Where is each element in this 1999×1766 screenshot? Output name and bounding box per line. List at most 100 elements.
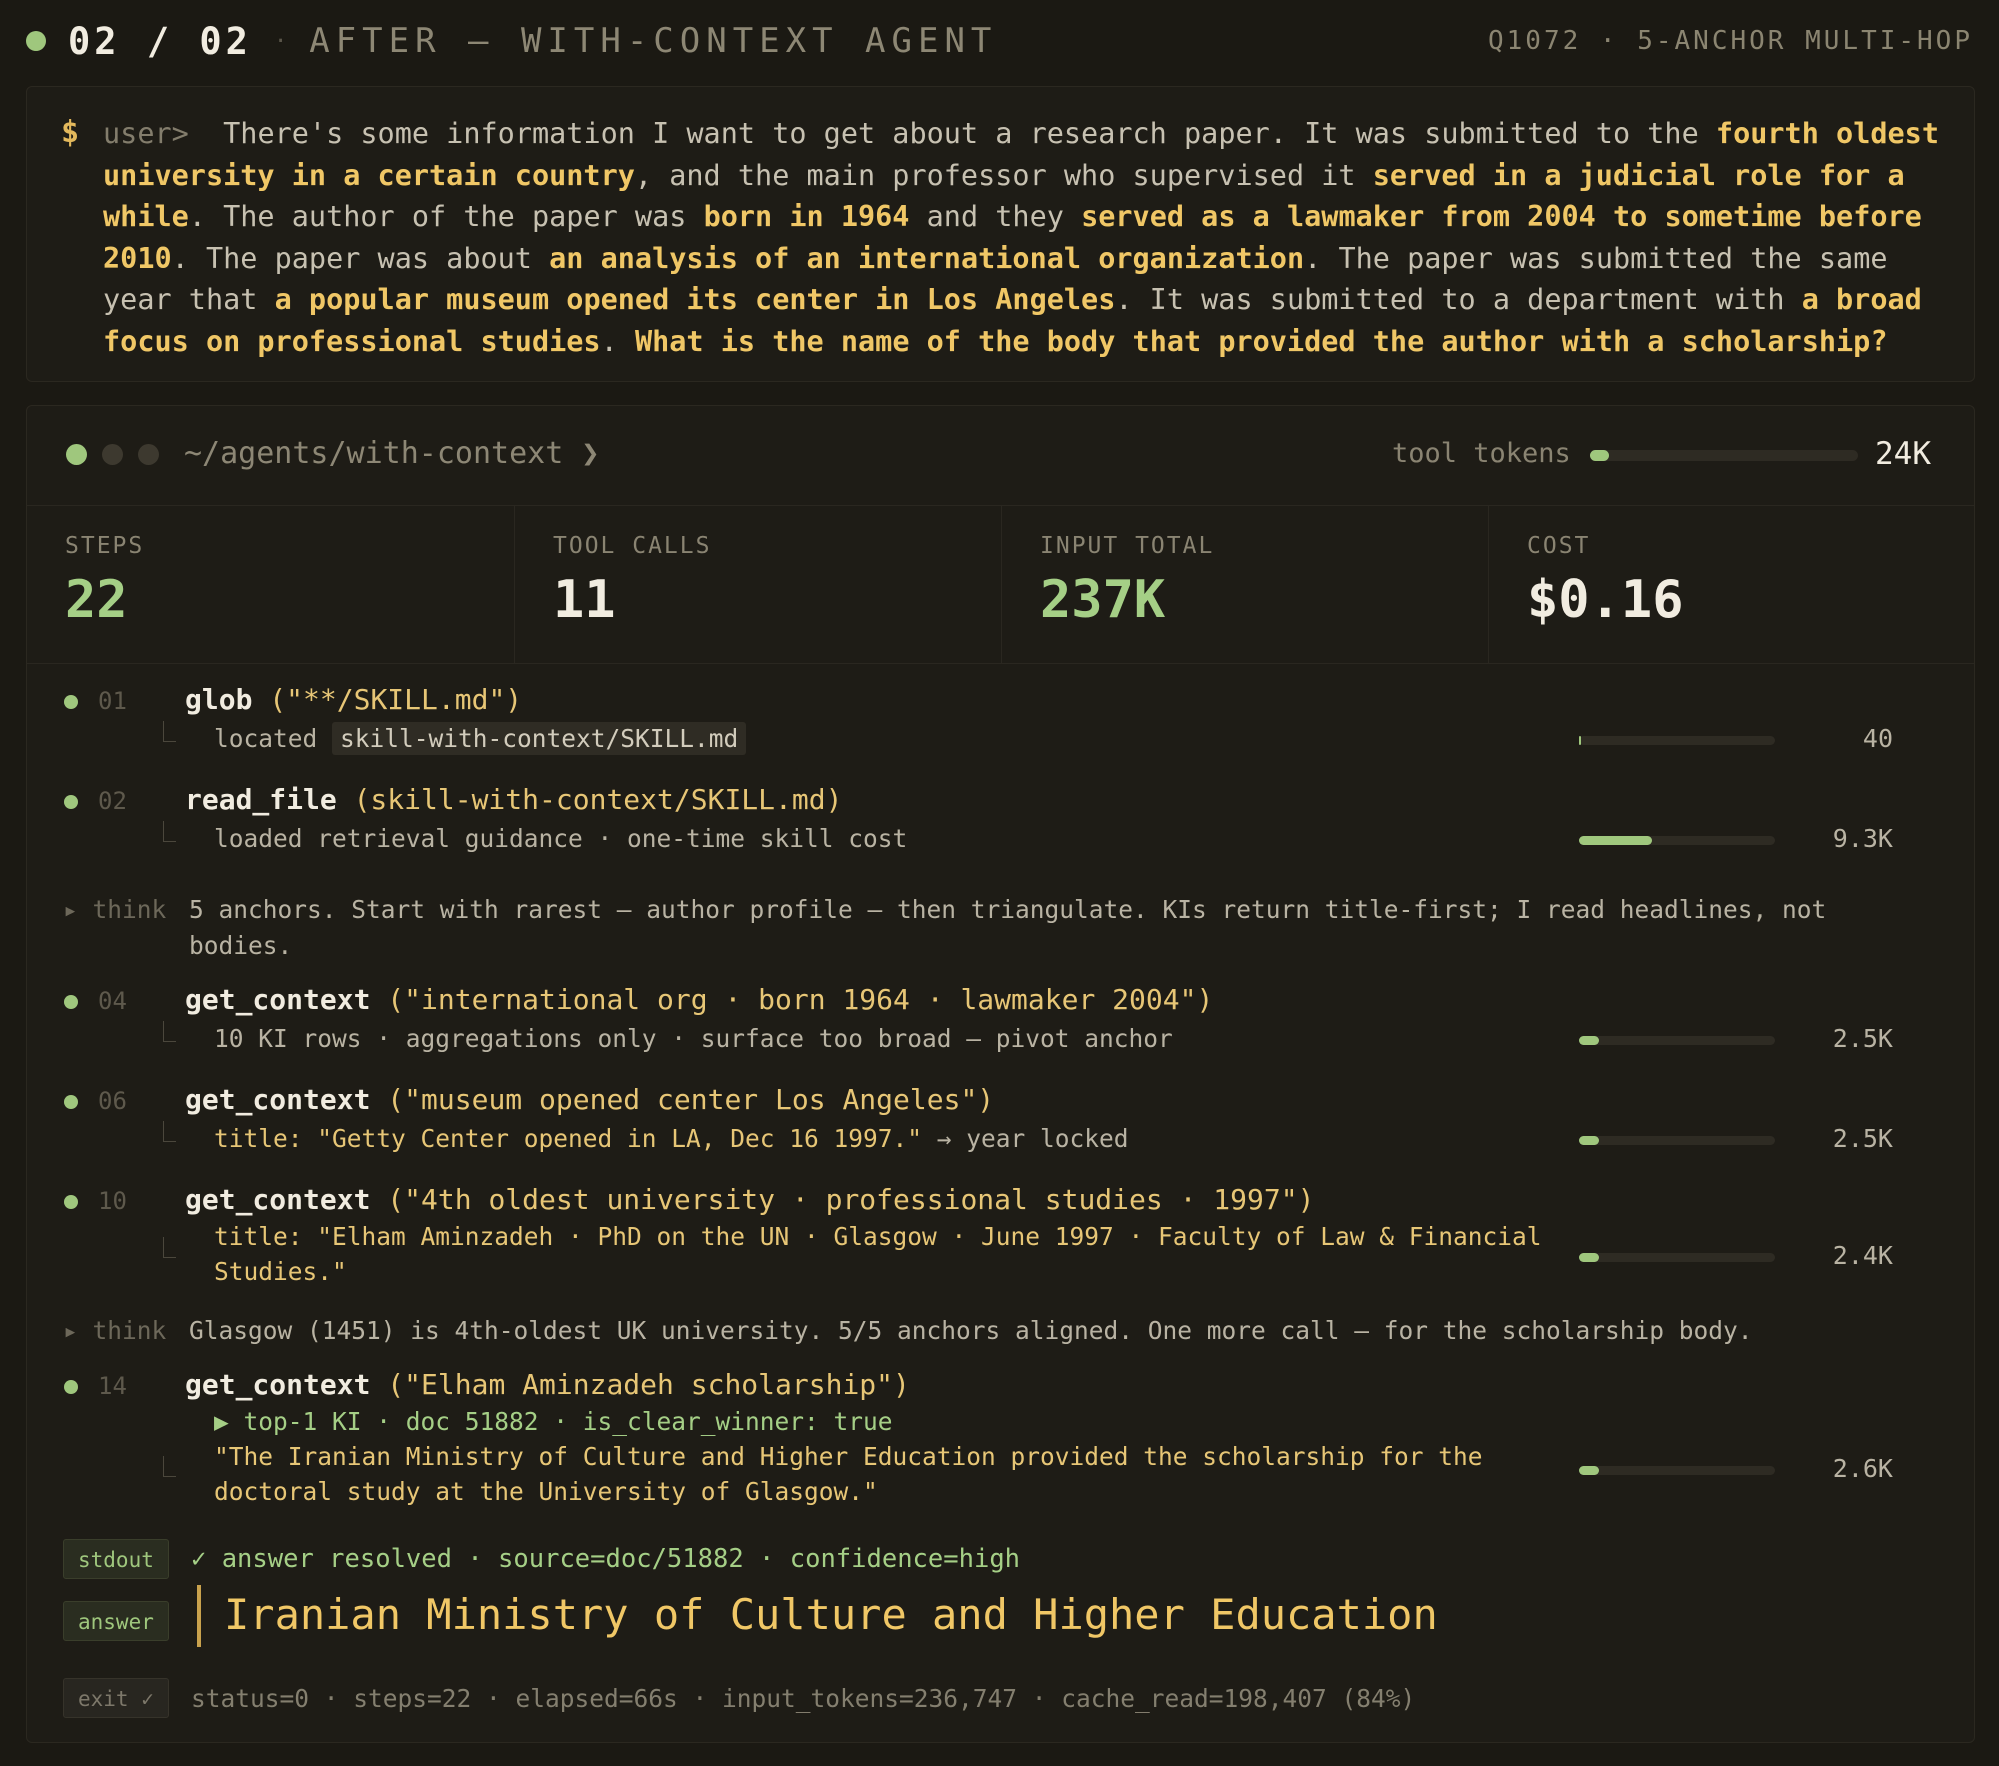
step-number: 10 bbox=[98, 1187, 127, 1215]
tool-name: glob bbox=[185, 683, 253, 716]
user-prefix: user> bbox=[103, 117, 189, 150]
tree-connector bbox=[163, 721, 176, 742]
query-highlight: an analysis of an international organiza… bbox=[549, 241, 1305, 275]
result-prefix: located bbox=[214, 724, 333, 753]
exit-tag: exit ✓ bbox=[63, 1678, 169, 1718]
token-bar-fill bbox=[1579, 736, 1581, 745]
token-count: 40 bbox=[1862, 724, 1893, 753]
think-text: 5 anchors. Start with rarest — author pr… bbox=[189, 895, 1827, 960]
tool-call: read_file (skill-with-context/SKILL.md) bbox=[185, 783, 842, 816]
step-result-line: title: "Elham Aminzadeh · PhD on the UN … bbox=[214, 1222, 1542, 1251]
step-number: 06 bbox=[98, 1087, 127, 1115]
tool-call: get_context ("international org · born 1… bbox=[185, 983, 1213, 1016]
tool-tokens-label: tool tokens bbox=[1392, 438, 1571, 469]
agent-path: ~/agents/with-context ❯ bbox=[184, 436, 600, 471]
header-separator: · bbox=[273, 28, 288, 54]
token-bar bbox=[1579, 1036, 1775, 1045]
token-bar-fill bbox=[1579, 1253, 1599, 1262]
stat-tool-calls: TOOL CALLS 11 bbox=[514, 505, 1000, 663]
tree-connector bbox=[163, 1121, 176, 1142]
stat-label: COST bbox=[1527, 533, 1591, 559]
top-hit-line: ▶ top-1 KI · doc 51882 · is_clear_winner… bbox=[214, 1407, 893, 1436]
tool-tokens-value: 24K bbox=[1875, 436, 1931, 472]
stat-cost: COST $0.16 bbox=[1488, 505, 1974, 663]
prompt-symbol: $ bbox=[61, 115, 80, 150]
think-label: ▸ think bbox=[63, 895, 167, 924]
stat-steps: STEPS 22 bbox=[27, 505, 513, 663]
agent-terminal-panel: ~/agents/with-context ❯ tool tokens 24K … bbox=[26, 405, 1975, 1743]
step-result-line: doctoral study at the University of Glas… bbox=[214, 1477, 878, 1506]
result-suffix: → year locked bbox=[922, 1124, 1129, 1153]
tool-tokens-bar bbox=[1590, 450, 1858, 461]
token-count: 9.3K bbox=[1832, 824, 1893, 853]
step-result: 10 KI rows · aggregations only · surface… bbox=[214, 1024, 1173, 1053]
window-dot-icon[interactable] bbox=[102, 444, 123, 465]
query-segment: . bbox=[600, 324, 635, 358]
question-id: Q1072 · 5-ANCHOR MULTI-HOP bbox=[1488, 26, 1973, 56]
status-dot-icon bbox=[26, 31, 46, 51]
result-quote: title: "Getty Center opened in LA, Dec 1… bbox=[214, 1124, 923, 1153]
step-status-icon bbox=[64, 1095, 78, 1109]
think-label: ▸ think bbox=[63, 1316, 167, 1345]
query-highlight: What is the name of the body that provid… bbox=[634, 324, 1888, 358]
step-result-line: Studies." bbox=[214, 1257, 347, 1286]
tool-args: (skill-with-context/SKILL.md) bbox=[336, 783, 843, 816]
think-note: ▸ think Glasgow (1451) is 4th-oldest UK … bbox=[63, 1313, 1943, 1349]
exit-status-text: status=0 · steps=22 · elapsed=66s · inpu… bbox=[191, 1684, 1416, 1713]
token-bar-fill bbox=[1579, 1136, 1599, 1145]
query-segment: and they bbox=[909, 200, 1082, 233]
step-number: 01 bbox=[98, 687, 127, 715]
token-count: 2.5K bbox=[1832, 1024, 1893, 1053]
stat-input-total: INPUT TOTAL 237K bbox=[1001, 505, 1487, 663]
terminal-titlebar: ~/agents/with-context ❯ tool tokens 24K bbox=[27, 406, 1974, 506]
think-note: ▸ think 5 anchors. Start with rarest — a… bbox=[63, 892, 1943, 964]
stdout-tag: stdout bbox=[63, 1539, 169, 1579]
stat-value: 11 bbox=[553, 570, 616, 630]
step-status-icon bbox=[64, 1195, 78, 1209]
tool-call: glob ("**/SKILL.md") bbox=[185, 683, 522, 716]
tree-connector bbox=[163, 1456, 176, 1477]
step-number: 14 bbox=[98, 1372, 127, 1400]
step-result: located skill-with-context/SKILL.md bbox=[214, 721, 747, 756]
token-bar-fill bbox=[1579, 836, 1652, 845]
tool-args: ("international org · born 1964 · lawmak… bbox=[370, 983, 1214, 1016]
query-segment: . It was submitted to a department with bbox=[1115, 283, 1802, 316]
query-segment: . The paper was about bbox=[171, 241, 550, 275]
think-text: Glasgow (1451) is 4th-oldest UK universi… bbox=[189, 1316, 1753, 1345]
window-dot-active-icon[interactable] bbox=[66, 444, 87, 465]
token-bar bbox=[1579, 1136, 1775, 1145]
token-bar bbox=[1579, 836, 1775, 845]
tool-name: read_file bbox=[185, 783, 337, 816]
query-segment: . The author of the paper was bbox=[188, 200, 704, 233]
final-answer: Iranian Ministry of Culture and Higher E… bbox=[224, 1590, 1438, 1639]
query-highlight: born in 1964 bbox=[703, 200, 910, 233]
answer-accent-bar bbox=[197, 1585, 201, 1647]
token-bar bbox=[1579, 1253, 1775, 1262]
tool-tokens-bar-fill bbox=[1590, 450, 1609, 461]
stat-value: 237K bbox=[1040, 570, 1166, 630]
step-status-icon bbox=[64, 695, 78, 709]
tool-name: get_context bbox=[185, 1183, 371, 1216]
tool-name: get_context bbox=[185, 983, 371, 1016]
step-status-icon bbox=[64, 995, 78, 1009]
user-query-box: $ user> There's some information I want … bbox=[26, 86, 1975, 382]
step-number: 04 bbox=[98, 987, 127, 1015]
stat-label: TOOL CALLS bbox=[553, 533, 712, 559]
tool-args: ("Elham Aminzadeh scholarship") bbox=[370, 1368, 910, 1401]
slide-title: AFTER — WITH-CONTEXT AGENT bbox=[309, 21, 998, 61]
token-count: 2.5K bbox=[1832, 1124, 1893, 1153]
query-segment: There's some information I want to get a… bbox=[223, 117, 1716, 150]
tree-connector bbox=[163, 1021, 176, 1042]
tree-connector bbox=[163, 821, 176, 842]
token-bar bbox=[1579, 736, 1775, 745]
answer-tag: answer bbox=[63, 1601, 169, 1641]
token-bar-fill bbox=[1579, 1466, 1599, 1475]
tool-args: ("4th oldest university · professional s… bbox=[370, 1183, 1315, 1216]
stat-value: $0.16 bbox=[1527, 570, 1684, 630]
tool-name: get_context bbox=[185, 1083, 371, 1116]
user-query-text: user> There's some information I want to… bbox=[103, 113, 1963, 362]
stat-label: INPUT TOTAL bbox=[1040, 533, 1215, 559]
slide-counter: 02 / 02 bbox=[68, 19, 252, 63]
step-result: loaded retrieval guidance · one-time ski… bbox=[214, 824, 908, 853]
window-dot-icon[interactable] bbox=[138, 444, 159, 465]
